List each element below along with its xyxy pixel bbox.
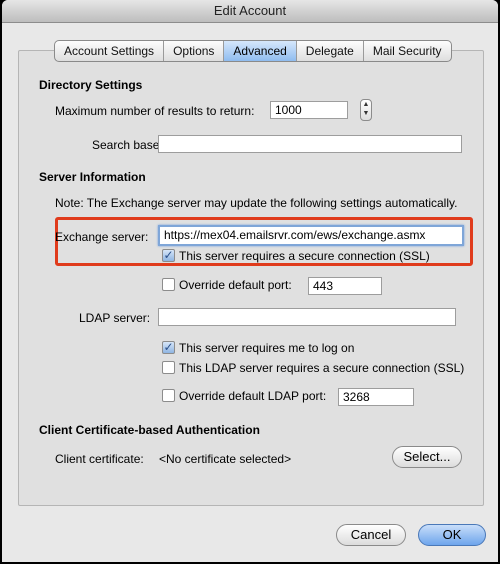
logon-checkbox[interactable]: ✓: [162, 341, 175, 354]
search-base-label: Search base:: [92, 138, 163, 152]
ssl-label[interactable]: This server requires a secure connection…: [179, 249, 430, 263]
exchange-server-label: Exchange server:: [55, 230, 149, 244]
override-port-label[interactable]: Override default port:: [179, 278, 292, 292]
tab-mail-security[interactable]: Mail Security: [364, 41, 451, 61]
select-certificate-button[interactable]: Select...: [392, 446, 462, 468]
cancel-button[interactable]: Cancel: [336, 524, 406, 546]
ldap-server-input[interactable]: [158, 308, 456, 326]
tab-bar: Account Settings Options Advanced Delega…: [54, 40, 452, 62]
directory-settings-heading: Directory Settings: [39, 78, 143, 92]
ldap-server-label: LDAP server:: [79, 311, 151, 325]
max-results-stepper[interactable]: ▲ ▼: [360, 99, 372, 121]
server-information-heading: Server Information: [39, 170, 146, 184]
tab-options[interactable]: Options: [164, 41, 225, 61]
certificate-heading: Client Certificate-based Authentication: [39, 423, 260, 437]
ssl-checkbox[interactable]: ✓: [162, 249, 175, 262]
tab-account-settings[interactable]: Account Settings: [55, 41, 165, 61]
window-title: Edit Account: [2, 0, 498, 23]
logon-label[interactable]: This server requires me to log on: [179, 341, 354, 355]
tab-advanced[interactable]: Advanced: [224, 41, 297, 61]
override-ldap-port-label[interactable]: Override default LDAP port:: [179, 389, 326, 403]
port-input[interactable]: 443: [308, 277, 382, 295]
client-certificate-label: Client certificate:: [55, 452, 144, 466]
ldap-port-input[interactable]: 3268: [338, 388, 414, 406]
client-certificate-value: <No certificate selected>: [159, 452, 292, 466]
exchange-server-input[interactable]: https://mex04.emailsrvr.com/ews/exchange…: [158, 225, 464, 246]
max-results-input[interactable]: 1000: [270, 101, 348, 119]
max-results-label: Maximum number of results to return:: [55, 104, 255, 118]
ldap-ssl-checkbox[interactable]: [162, 361, 175, 374]
search-base-input[interactable]: [158, 135, 462, 153]
override-port-checkbox[interactable]: [162, 278, 175, 291]
tab-delegate[interactable]: Delegate: [297, 41, 364, 61]
ldap-ssl-label[interactable]: This LDAP server requires a secure conne…: [179, 361, 464, 375]
edit-account-window: Edit Account Account Settings Options Ad…: [2, 0, 498, 562]
ok-button[interactable]: OK: [418, 524, 486, 546]
server-note: Note: The Exchange server may update the…: [55, 196, 458, 210]
override-ldap-port-checkbox[interactable]: [162, 389, 175, 402]
